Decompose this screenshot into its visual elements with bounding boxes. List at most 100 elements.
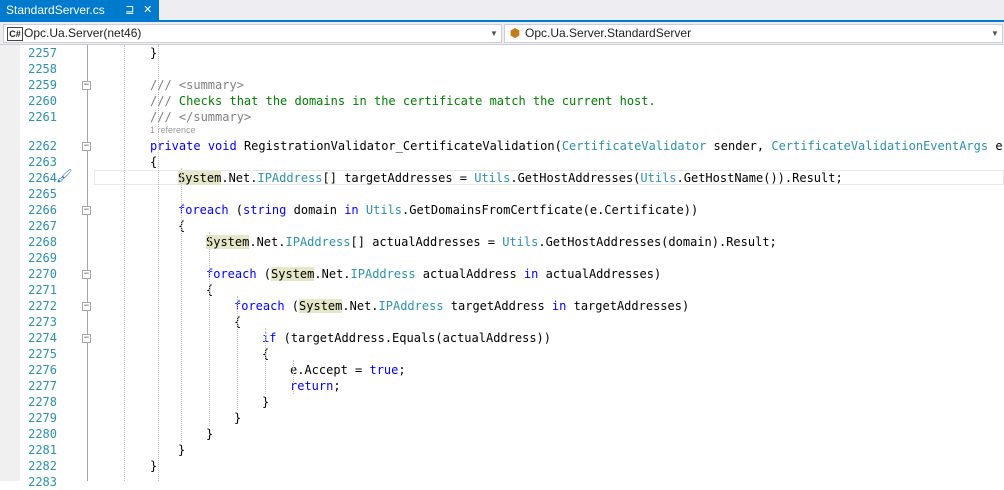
outlining-margin: − − − − − − (80, 45, 94, 481)
code-token: ( (284, 299, 300, 313)
code-line[interactable]: foreach (System.Net.IPAddress targetAddr… (234, 298, 689, 314)
code-line[interactable]: /// </summary> (150, 109, 251, 125)
code-token: } (178, 443, 186, 457)
code-token: /// (150, 94, 179, 108)
code-line[interactable]: foreach (System.Net.IPAddress actualAddr… (206, 266, 661, 282)
code-line[interactable]: foreach (string domain in Utils.GetDomai… (178, 202, 698, 218)
line-number: 2277 (28, 379, 57, 393)
csharp-project-icon: C# (7, 27, 23, 41)
code-line[interactable]: /// Checks that the domains in the certi… (150, 93, 656, 109)
code-line[interactable]: if (targetAddress.Equals(actualAddress)) (262, 330, 551, 346)
navigation-bar: C# Opc.Ua.Server(net46) ▼ ⬢ Opc.Ua.Serve… (0, 22, 1004, 45)
code-token: [] targetAddresses = (322, 171, 475, 185)
code-line[interactable]: private void RegistrationValidator_Certi… (150, 138, 1004, 154)
indent-guide (158, 45, 159, 481)
collapse-icon[interactable]: − (82, 270, 91, 279)
selection-margin (0, 45, 20, 481)
code-line[interactable]: System.Net.IPAddress[] targetAddresses =… (178, 170, 843, 186)
line-number: 2262 (28, 139, 57, 153)
document-tab-bar: StandardServer.cs ⊒ ✕ (0, 0, 1004, 22)
code-token: { (150, 155, 158, 169)
code-token: (targetAddress.Equals(actualAddress)) (276, 331, 551, 345)
line-number: 2265 (28, 187, 57, 201)
quick-actions-brush-icon[interactable]: 🖌 (56, 169, 73, 185)
indent-guide (209, 232, 210, 426)
code-area[interactable]: } /// <summary>/// Checks that the domain… (94, 45, 1004, 481)
code-token: Utils (365, 203, 402, 217)
collapse-icon[interactable]: − (82, 81, 91, 90)
line-number: 2268 (28, 235, 57, 249)
codelens-references[interactable]: 1 reference (150, 125, 196, 135)
code-token: ( (256, 267, 272, 281)
code-line[interactable]: System.Net.IPAddress[] actualAddresses =… (206, 234, 777, 250)
code-line[interactable]: e.Accept = true; (290, 362, 406, 378)
line-number: 2266 (28, 203, 57, 217)
code-token: /// (150, 110, 179, 124)
type-dropdown[interactable]: ⬢ Opc.Ua.Server.StandardServer ▼ (504, 24, 1003, 43)
code-token: actualAddresses) (538, 267, 662, 281)
code-token: actualAddress (415, 267, 524, 281)
chevron-down-icon[interactable]: ▼ (489, 25, 499, 42)
collapse-icon[interactable]: − (82, 142, 91, 151)
code-token: foreach (206, 267, 257, 281)
code-token: /// (150, 78, 179, 92)
class-icon: ⬢ (509, 26, 521, 40)
code-token: .GetHostAddresses(domain).Result; (538, 235, 777, 249)
code-line[interactable]: /// <summary> (150, 77, 244, 93)
indent-guide (265, 328, 266, 394)
line-number: 2267 (28, 219, 57, 233)
type-dropdown-value: Opc.Ua.Server.StandardServer (525, 26, 692, 40)
code-token: .GetHostAddresses( (510, 171, 641, 185)
code-token: in (551, 299, 567, 313)
code-line[interactable]: } (206, 426, 213, 442)
code-token: IPAddress (257, 171, 323, 185)
code-token: ( (228, 203, 244, 217)
pin-icon[interactable]: ⊒ (123, 0, 137, 20)
collapse-icon[interactable]: − (82, 206, 91, 215)
code-token: e) (995, 139, 1004, 153)
code-token: .GetHostName()).Result; (676, 171, 843, 185)
code-token: e.Accept = (290, 363, 370, 377)
code-token: [] actualAddresses = (350, 235, 503, 249)
code-token: Utils (474, 171, 511, 185)
code-token: Utils (640, 171, 677, 185)
chevron-down-icon[interactable]: ▼ (990, 25, 1000, 42)
code-line[interactable]: return; (290, 378, 341, 394)
close-icon[interactable]: ✕ (141, 0, 155, 20)
line-number: 2271 (28, 283, 57, 297)
collapse-icon[interactable]: − (82, 334, 91, 343)
code-token: true (369, 363, 399, 377)
code-token: in (344, 203, 359, 217)
project-dropdown[interactable]: C# Opc.Ua.Server(net46) ▼ (3, 24, 502, 43)
code-token: .Net. (314, 267, 351, 281)
code-line[interactable]: } (150, 458, 157, 474)
code-token: string (243, 203, 287, 217)
code-line[interactable]: } (178, 442, 185, 458)
code-token: } (234, 411, 242, 425)
code-line[interactable]: } (150, 45, 157, 61)
code-token: System (206, 235, 250, 249)
code-line[interactable]: } (234, 410, 241, 426)
code-token: } (150, 46, 158, 60)
line-number: 2258 (28, 62, 57, 76)
line-number: 2260 (28, 94, 57, 108)
line-number: 2257 (28, 46, 57, 60)
line-number: 2272 (28, 299, 57, 313)
collapse-icon[interactable]: − (82, 302, 91, 311)
tab-standardserver[interactable]: StandardServer.cs ⊒ ✕ (0, 0, 159, 20)
code-token: void (207, 139, 237, 153)
code-editor[interactable]: 2257 2258 2259 2260 2261 2262 2263 2264 2265 2266… (0, 45, 1004, 489)
code-token: targetAddress (443, 299, 552, 313)
code-token: } (206, 427, 214, 441)
code-token: CertificateValidationEventArgs (771, 139, 989, 153)
code-token: } (150, 459, 158, 473)
line-number: 2283 (28, 475, 57, 489)
code-line[interactable]: } (262, 394, 269, 410)
indent-guide (124, 45, 125, 481)
line-number: 2282 (28, 459, 57, 473)
line-number: 2278 (28, 395, 57, 409)
code-token: sender, (706, 139, 772, 153)
code-token: </summary> (178, 110, 252, 124)
line-number: 2264 (28, 171, 57, 185)
code-line[interactable]: { (150, 154, 157, 170)
